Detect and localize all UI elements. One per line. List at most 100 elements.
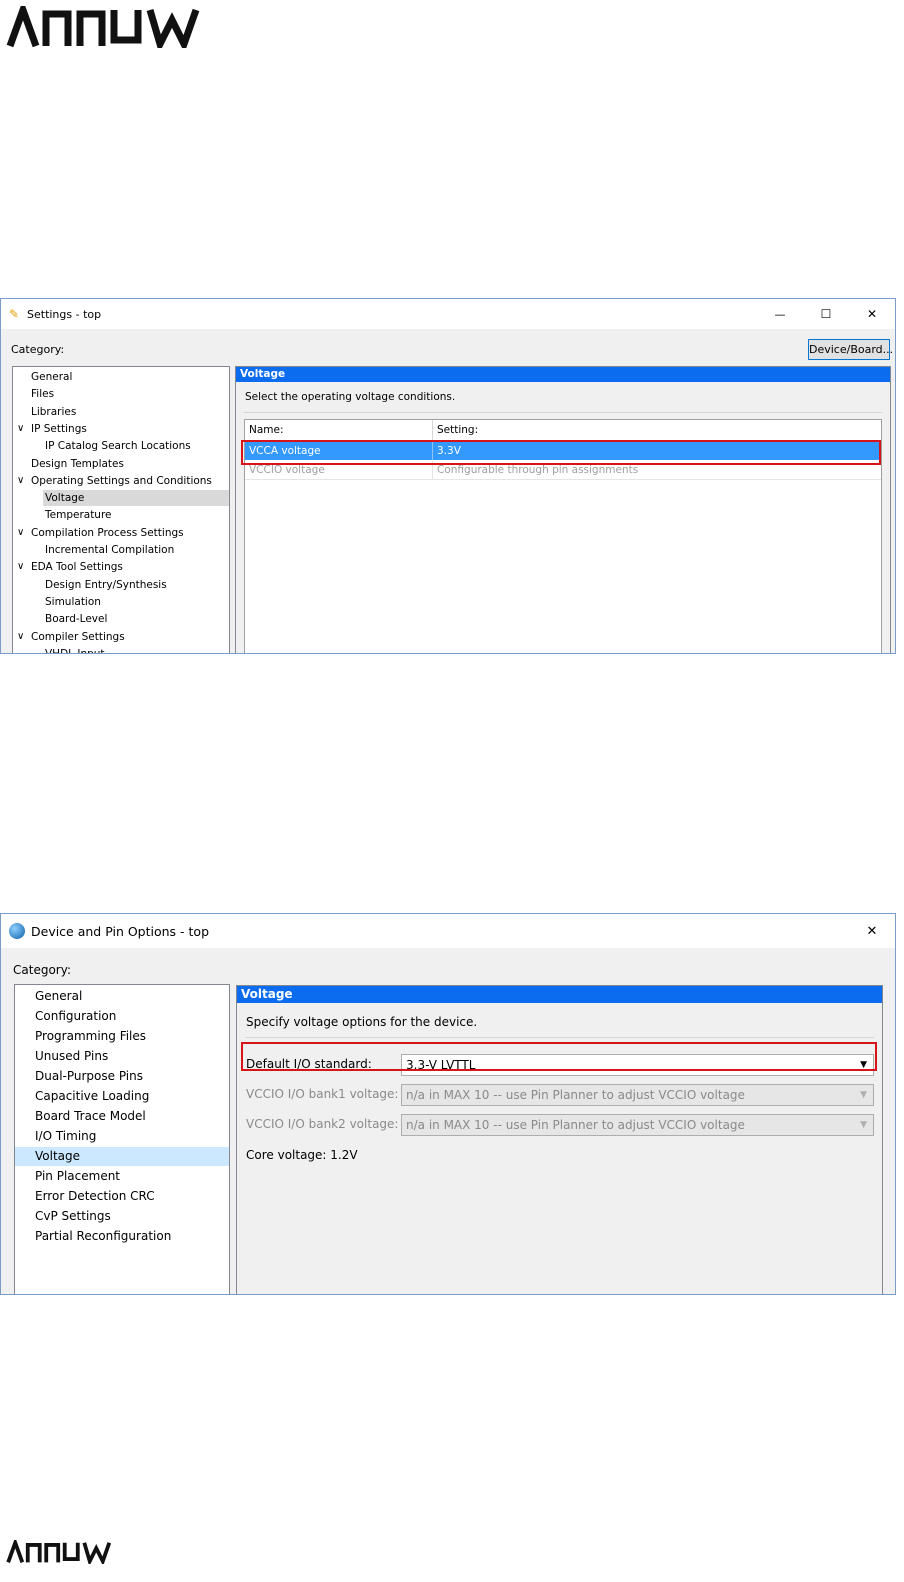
device-board-button[interactable]: Device/Board... <box>808 339 893 360</box>
tree-item-label: Files <box>31 388 55 401</box>
category-list-item[interactable]: Dual-Purpose Pins <box>15 1067 229 1086</box>
select-value: n/a in MAX 10 -- use Pin Planner to adju… <box>406 1118 745 1132</box>
category-list-item[interactable]: Voltage <box>15 1147 229 1166</box>
category-list-item[interactable]: Partial Reconfiguration <box>15 1227 229 1246</box>
settings-window: ✎ Settings - top — ☐ ✕ Category: Device/… <box>0 298 896 654</box>
dpo-app-icon <box>9 923 25 939</box>
panel-description: Specify voltage options for the device. <box>246 1015 478 1029</box>
tree-item-label: Temperature <box>45 509 112 522</box>
tree-item[interactable]: Voltage <box>43 490 229 507</box>
dropdown-arrow-icon[interactable]: ▼ <box>860 1055 867 1075</box>
minimize-button[interactable]: — <box>757 308 803 321</box>
tree-item[interactable]: Simulation <box>13 594 229 610</box>
chevron-down-icon[interactable]: ∨ <box>17 473 24 489</box>
dropdown-arrow-icon: ▼ <box>860 1090 867 1100</box>
select-value: n/a in MAX 10 -- use Pin Planner to adju… <box>406 1088 745 1102</box>
category-label: Category: <box>13 963 71 977</box>
chevron-down-icon[interactable]: ∨ <box>17 421 24 437</box>
tree-item-label: Board-Level <box>45 613 108 626</box>
category-list-item-label: General <box>35 989 83 1003</box>
voltage-panel: Voltage Select the operating voltage con… <box>235 366 891 653</box>
row-setting: Configurable through pin assignments <box>437 464 639 476</box>
category-list-item[interactable]: Board Trace Model <box>15 1107 229 1126</box>
row-name: VCCIO voltage <box>245 461 433 479</box>
tree-item-label: IP Settings <box>31 422 87 435</box>
category-list-item[interactable]: Capacitive Loading <box>15 1087 229 1106</box>
select-value: 3.3-V LVTTL <box>406 1058 476 1072</box>
device-pin-options-window: Device and Pin Options - top ✕ Category:… <box>0 913 896 1295</box>
tree-item[interactable]: Libraries <box>13 404 229 420</box>
voltage-panel: Voltage Specify voltage options for the … <box>236 985 883 1294</box>
category-list: General Configuration Programming Files Unu… <box>14 984 230 1294</box>
tree-item-label: Design Templates <box>31 457 124 470</box>
tree-item[interactable]: Files <box>13 386 229 402</box>
table-header: Name: Setting: <box>245 420 881 441</box>
table-row-vcca[interactable]: VCCA voltage 3.3V <box>245 442 881 460</box>
category-list-item-label: Board Trace Model <box>35 1109 146 1123</box>
tree-item[interactable]: ∨ Compiler Settings <box>13 629 229 645</box>
category-list-item-label: Dual-Purpose Pins <box>35 1069 143 1083</box>
category-list-item-label: I/O Timing <box>35 1129 97 1143</box>
category-tree: General Files Libraries ∨ IP Settings IP Cata… <box>12 366 230 654</box>
tree-item-label: Voltage <box>45 492 85 505</box>
arrow-logo-mark <box>6 6 200 48</box>
category-list-item-label: Programming Files <box>35 1029 147 1043</box>
tree-item[interactable]: VHDL Input <box>13 646 229 654</box>
default-io-standard-select[interactable]: 3.3-V LVTTL ▼ <box>401 1054 874 1076</box>
panel-description: Select the operating voltage conditions. <box>245 391 456 403</box>
tree-item-label: Compiler Settings <box>31 630 125 643</box>
separator <box>245 1037 874 1038</box>
tree-item[interactable]: Incremental Compilation <box>13 542 229 558</box>
tree-item[interactable]: ∨ Compilation Process Settings <box>13 525 229 541</box>
dpo-window-title: Device and Pin Options - top <box>31 923 210 939</box>
field-label: VCCIO I/O bank1 voltage: <box>246 1087 399 1101</box>
tree-item[interactable]: ∨ IP Settings <box>13 421 229 437</box>
category-list-item-label: Error Detection CRC <box>35 1189 155 1203</box>
tree-item-label: VHDL Input <box>45 647 105 654</box>
category-list-item[interactable]: Configuration <box>15 1007 229 1026</box>
tree-item-label: Libraries <box>31 405 77 418</box>
field-label: VCCIO I/O bank2 voltage: <box>246 1117 399 1131</box>
tree-item-label: General <box>31 371 73 383</box>
tree-item[interactable]: General <box>13 369 229 385</box>
column-header-setting[interactable]: Setting: <box>433 420 881 440</box>
separator <box>244 412 882 413</box>
tree-item[interactable]: ∨ Operating Settings and Conditions <box>13 473 229 489</box>
tree-item[interactable]: Design Entry/Synthesis <box>13 577 229 593</box>
chevron-down-icon[interactable]: ∨ <box>17 629 24 645</box>
chevron-down-icon[interactable]: ∨ <box>17 525 24 541</box>
tree-item-label: Incremental Compilation <box>45 544 175 556</box>
close-button[interactable]: ✕ <box>849 924 895 939</box>
tree-item[interactable]: Board-Level <box>13 611 229 627</box>
tree-item[interactable]: IP Catalog Search Locations <box>13 438 229 454</box>
settings-app-icon: ✎ <box>9 307 20 321</box>
column-header-name[interactable]: Name: <box>245 420 433 440</box>
category-list-item[interactable]: Pin Placement <box>15 1167 229 1186</box>
vccio-bank2-select: n/a in MAX 10 -- use Pin Planner to adju… <box>401 1114 874 1136</box>
row-name: VCCA voltage <box>245 442 433 460</box>
category-list-item[interactable]: CvP Settings <box>15 1207 229 1226</box>
category-list-item[interactable]: General <box>15 987 229 1006</box>
maximize-button[interactable]: ☐ <box>803 307 849 321</box>
tree-item[interactable]: ∨ EDA Tool Settings <box>13 559 229 575</box>
category-list-item[interactable]: I/O Timing <box>15 1127 229 1146</box>
category-list-item[interactable]: Error Detection CRC <box>15 1187 229 1206</box>
settings-titlebar: ✎ Settings - top — ☐ ✕ <box>1 299 895 329</box>
close-button[interactable]: ✕ <box>849 307 895 321</box>
dropdown-arrow-icon: ▼ <box>860 1120 867 1130</box>
tree-item[interactable]: Temperature <box>13 507 229 523</box>
category-list-item-label: Voltage <box>35 1149 81 1163</box>
field-label: Default I/O standard: <box>246 1057 372 1071</box>
settings-window-title: Settings - top <box>27 307 102 321</box>
category-list-item-label: Partial Reconfiguration <box>35 1229 172 1243</box>
core-voltage-text: Core voltage: 1.2V <box>246 1148 358 1162</box>
tree-item-label: Operating Settings and Conditions <box>31 474 212 487</box>
tree-item[interactable]: Design Templates <box>13 456 229 472</box>
tree-item-label: IP Catalog Search Locations <box>45 440 191 453</box>
category-list-item[interactable]: Programming Files <box>15 1027 229 1046</box>
row-setting[interactable]: 3.3V <box>433 442 881 460</box>
category-list-item[interactable]: Unused Pins <box>15 1047 229 1066</box>
arrow-logo-top <box>6 6 212 48</box>
category-label: Category: <box>11 343 65 356</box>
chevron-down-icon[interactable]: ∨ <box>17 559 24 575</box>
